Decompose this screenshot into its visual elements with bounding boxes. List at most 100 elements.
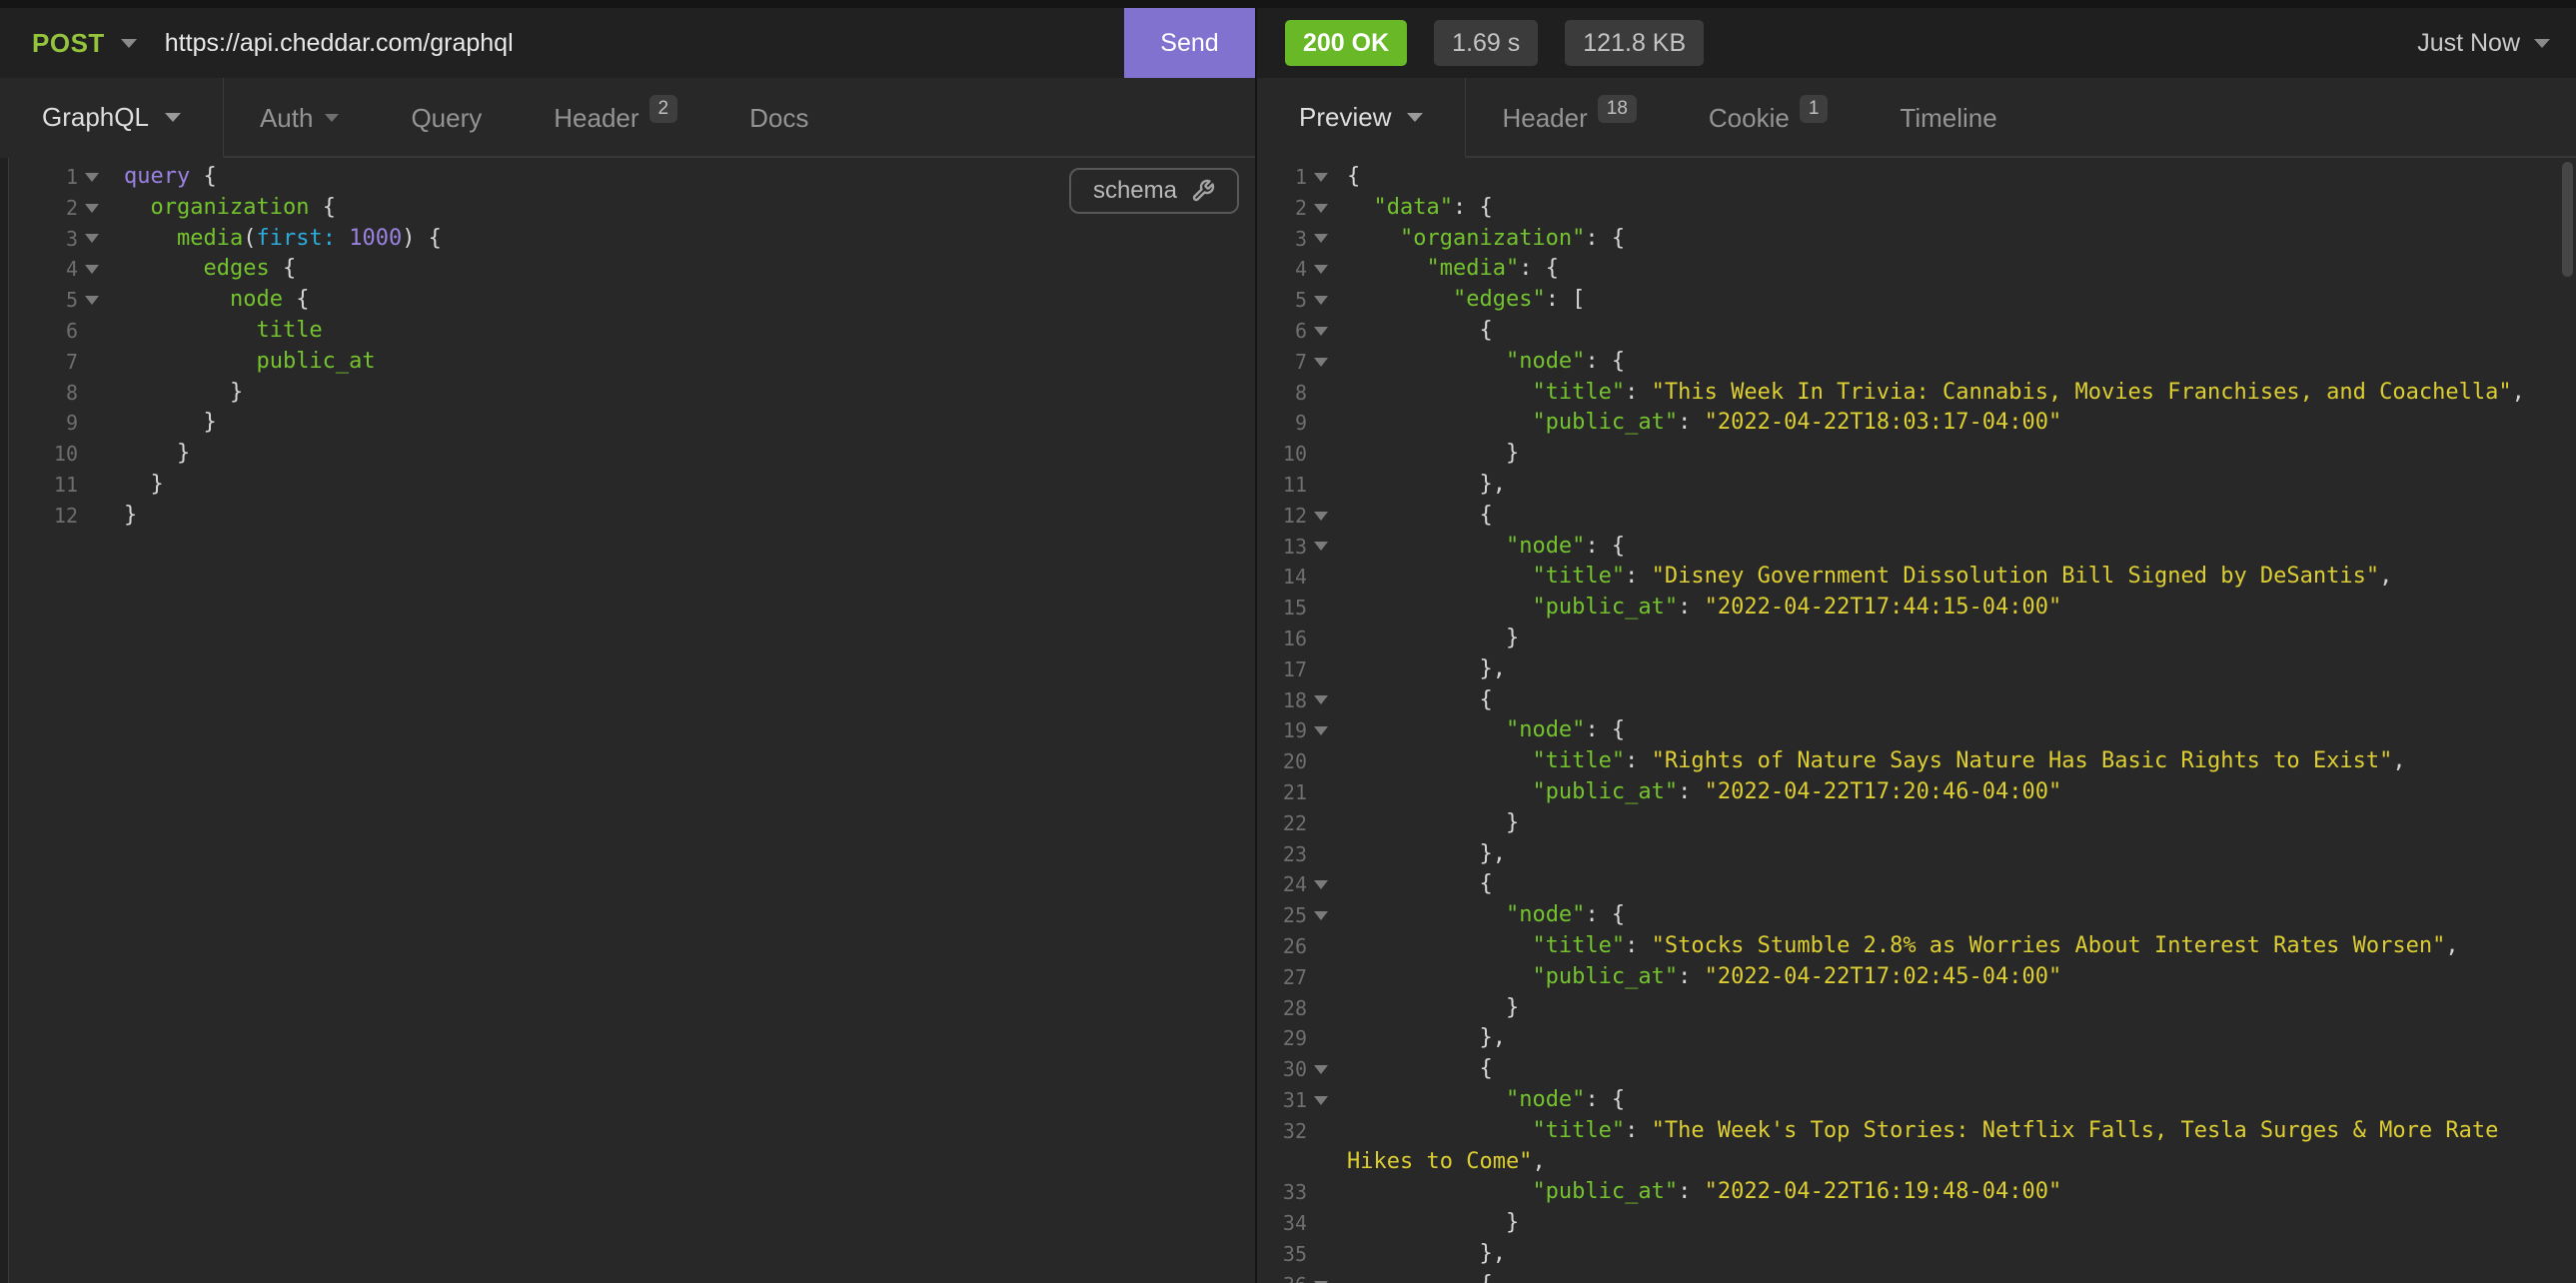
code-text: } bbox=[1347, 1208, 2576, 1239]
code-line: 2 organization { bbox=[8, 193, 1255, 224]
code-line: 30 { bbox=[1257, 1054, 2576, 1085]
line-number: 1 bbox=[1257, 162, 1307, 193]
fold-toggle[interactable] bbox=[78, 224, 106, 255]
code-line: 20 "title": "Rights of Nature Says Natur… bbox=[1257, 746, 2576, 777]
fold-toggle[interactable] bbox=[1307, 1054, 1335, 1085]
fold-toggle[interactable] bbox=[78, 254, 106, 285]
body-type-label: GraphQL bbox=[42, 102, 149, 133]
line-number: 11 bbox=[1257, 470, 1307, 501]
fold-toggle[interactable] bbox=[78, 162, 106, 193]
history-dropdown[interactable]: Just Now bbox=[2417, 29, 2550, 58]
gutter-spacer bbox=[1307, 593, 1335, 624]
code-text: public_at bbox=[124, 347, 1255, 378]
tab-auth[interactable]: Auth bbox=[224, 78, 376, 158]
gutter-spacer bbox=[1307, 962, 1335, 993]
fold-toggle[interactable] bbox=[1307, 685, 1335, 716]
tab-timeline[interactable]: Timeline bbox=[1864, 78, 2032, 158]
line-number: 12 bbox=[8, 501, 78, 532]
tab-label: Timeline bbox=[1900, 103, 1996, 134]
code-line: 10 } bbox=[1257, 439, 2576, 470]
line-number: 1 bbox=[8, 162, 78, 193]
fold-toggle[interactable] bbox=[1307, 162, 1335, 193]
scrollbar-thumb[interactable] bbox=[2562, 162, 2573, 277]
schema-button-label: schema bbox=[1093, 177, 1177, 205]
code-line: 23 }, bbox=[1257, 839, 2576, 870]
tab-label: Header bbox=[1502, 103, 1587, 134]
code-line: 9 "public_at": "2022-04-22T18:03:17-04:0… bbox=[1257, 408, 2576, 439]
body-type-dropdown[interactable]: GraphQL bbox=[0, 78, 224, 158]
tab-docs[interactable]: Docs bbox=[713, 78, 844, 158]
code-text: } bbox=[1347, 993, 2576, 1024]
url-input[interactable]: https://api.cheddar.com/graphql bbox=[165, 29, 1124, 58]
line-number: 16 bbox=[1257, 624, 1307, 654]
gutter-spacer bbox=[78, 316, 106, 347]
tab-header[interactable]: Header18 bbox=[1466, 78, 1672, 158]
fold-toggle[interactable] bbox=[1307, 285, 1335, 316]
send-button[interactable]: Send bbox=[1124, 8, 1255, 78]
request-editor[interactable]: schema 1query {2 organization {3 media(f… bbox=[0, 158, 1255, 1283]
code-text: { bbox=[1347, 501, 2576, 532]
code-line: 29 }, bbox=[1257, 1023, 2576, 1054]
fold-toggle[interactable] bbox=[1307, 900, 1335, 931]
chevron-down-icon bbox=[85, 296, 99, 305]
code-line: 5 node { bbox=[8, 285, 1255, 316]
gutter-spacer bbox=[1307, 993, 1335, 1024]
chevron-down-icon bbox=[1314, 327, 1328, 336]
line-number: 4 bbox=[1257, 254, 1307, 285]
fold-toggle[interactable] bbox=[1307, 1085, 1335, 1116]
fold-toggle[interactable] bbox=[78, 285, 106, 316]
code-text: } bbox=[1347, 808, 2576, 839]
gutter-spacer bbox=[78, 378, 106, 409]
line-number: 11 bbox=[8, 470, 78, 501]
fold-toggle[interactable] bbox=[1307, 347, 1335, 378]
chevron-down-icon[interactable] bbox=[121, 39, 137, 48]
code-text: }, bbox=[1347, 1239, 2576, 1270]
status-badge: 200 OK bbox=[1285, 20, 1407, 66]
line-number: 21 bbox=[1257, 777, 1307, 808]
code-line: 3 media(first: 1000) { bbox=[8, 224, 1255, 255]
code-text: "media": { bbox=[1347, 254, 2576, 285]
code-text: "title": "This Week In Trivia: Cannabis,… bbox=[1347, 378, 2576, 409]
fold-toggle[interactable] bbox=[1307, 501, 1335, 532]
response-meta-bar: 200 OK 1.69 s 121.8 KB Just Now bbox=[1257, 8, 2576, 78]
chevron-down-icon bbox=[1314, 204, 1328, 213]
gutter-spacer bbox=[1307, 931, 1335, 962]
code-line: 8 } bbox=[8, 378, 1255, 409]
chevron-down-icon bbox=[1314, 265, 1328, 274]
line-number: 3 bbox=[8, 224, 78, 255]
line-number: 7 bbox=[1257, 347, 1307, 378]
chevron-down-icon bbox=[85, 173, 99, 182]
fold-toggle[interactable] bbox=[1307, 532, 1335, 563]
fold-toggle[interactable] bbox=[1307, 193, 1335, 224]
tab-count-badge: 1 bbox=[1800, 95, 1829, 123]
code-line: 25 "node": { bbox=[1257, 900, 2576, 931]
gutter-spacer bbox=[78, 501, 106, 532]
code-line: 7 public_at bbox=[8, 347, 1255, 378]
tab-cookie[interactable]: Cookie1 bbox=[1673, 78, 1865, 158]
gutter-spacer bbox=[1307, 777, 1335, 808]
wrench-icon bbox=[1191, 179, 1215, 203]
fold-toggle[interactable] bbox=[1307, 869, 1335, 900]
fold-toggle[interactable] bbox=[1307, 715, 1335, 746]
code-text: { bbox=[1347, 1054, 2576, 1085]
chevron-down-icon bbox=[165, 113, 181, 122]
tab-query[interactable]: Query bbox=[375, 78, 518, 158]
line-number: 6 bbox=[1257, 316, 1307, 347]
response-editor[interactable]: 1{2 "data": {3 "organization": {4 "media… bbox=[1257, 158, 2576, 1283]
code-text: edges { bbox=[124, 254, 1255, 285]
fold-toggle[interactable] bbox=[78, 193, 106, 224]
line-number: 20 bbox=[1257, 746, 1307, 777]
line-number: 29 bbox=[1257, 1023, 1307, 1054]
fold-toggle[interactable] bbox=[1307, 254, 1335, 285]
code-text: "node": { bbox=[1347, 347, 2576, 378]
preview-mode-dropdown[interactable]: Preview bbox=[1257, 78, 1466, 158]
method-dropdown[interactable]: POST bbox=[32, 28, 105, 59]
fold-toggle[interactable] bbox=[1307, 224, 1335, 255]
code-text: "public_at": "2022-04-22T16:19:48-04:00" bbox=[1347, 1177, 2576, 1208]
chevron-down-icon bbox=[1314, 911, 1328, 920]
fold-toggle[interactable] bbox=[1307, 316, 1335, 347]
code-text: { bbox=[1347, 869, 2576, 900]
schema-button[interactable]: schema bbox=[1069, 168, 1239, 214]
tab-header[interactable]: Header2 bbox=[518, 78, 713, 158]
fold-toggle[interactable] bbox=[1307, 1270, 1335, 1283]
